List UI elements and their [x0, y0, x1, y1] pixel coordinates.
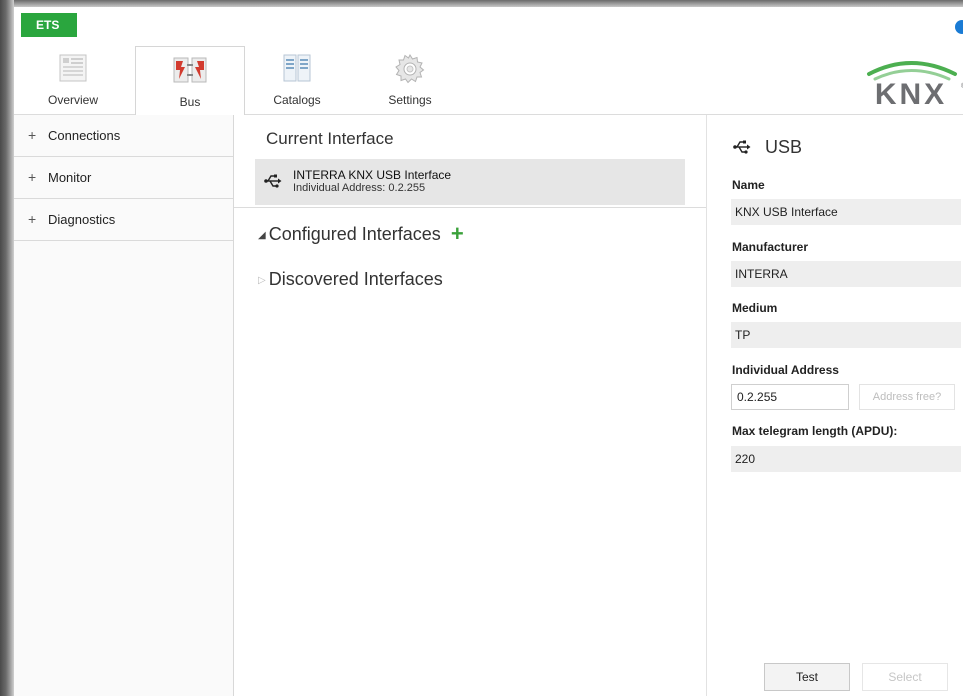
usb-icon — [733, 139, 751, 160]
test-button[interactable]: Test — [764, 663, 850, 691]
tab-settings[interactable]: Settings — [372, 45, 448, 115]
sidebar-item-label: Diagnostics — [48, 212, 116, 227]
window-frame-top — [0, 0, 963, 7]
collapsed-triangle-icon: ▷ — [258, 275, 266, 286]
interface-properties: USB Name KNX USB Interface Manufacturer … — [707, 115, 963, 696]
expand-icon: + — [28, 211, 37, 227]
expanded-triangle-icon: ◢ — [258, 230, 266, 241]
tab-catalogs-label: Catalogs — [273, 93, 321, 107]
medium-value: TP — [731, 322, 961, 348]
address-free-button[interactable]: Address free? — [859, 384, 955, 410]
knx-logo: KNX ® — [867, 61, 963, 108]
discovered-interfaces-section[interactable]: ▷ Discovered Interfaces — [258, 269, 443, 290]
ets-window: ETS Overview Bus Catalogs Settings KNX +… — [14, 7, 963, 696]
sidebar-item-connections[interactable]: + Connections — [14, 115, 233, 157]
manufacturer-value: INTERRA — [731, 261, 961, 287]
select-button[interactable]: Select — [862, 663, 948, 691]
interfaces-panel: Current Interface INTERRA KNX USB Interf… — [234, 115, 707, 696]
individual-address-label: Individual Address — [732, 363, 839, 377]
tab-overview[interactable]: Overview — [33, 45, 113, 115]
app-badge[interactable]: ETS — [21, 13, 77, 37]
help-icon[interactable] — [955, 20, 963, 34]
tab-bus-label: Bus — [179, 95, 201, 109]
add-interface-icon[interactable]: + — [451, 221, 464, 246]
overview-icon — [58, 53, 88, 86]
discovered-interfaces-label: Discovered Interfaces — [268, 269, 443, 289]
name-value: KNX USB Interface — [731, 199, 961, 225]
tab-settings-label: Settings — [388, 93, 432, 107]
usb-icon — [264, 173, 282, 194]
current-interface-address: Individual Address: 0.2.255 — [293, 182, 426, 194]
current-interface-name: INTERRA KNX USB Interface — [293, 168, 452, 182]
sidebar-item-diagnostics[interactable]: + Diagnostics — [14, 199, 233, 241]
bus-icon — [173, 55, 207, 88]
sidebar-item-label: Connections — [48, 128, 121, 143]
tab-overview-label: Overview — [47, 93, 98, 107]
configured-interfaces-label: Configured Interfaces — [268, 224, 441, 244]
max-telegram-label: Max telegram length (APDU): — [732, 424, 898, 438]
sidebar-item-label: Monitor — [48, 170, 92, 185]
tab-bus[interactable]: Bus — [135, 46, 245, 117]
name-label: Name — [732, 178, 765, 192]
expand-icon: + — [28, 169, 37, 185]
catalogs-icon — [282, 53, 312, 86]
expand-icon: + — [28, 127, 37, 143]
individual-address-input[interactable]: 0.2.255 — [731, 384, 849, 410]
properties-header-label: USB — [765, 137, 803, 157]
sidebar: + Connections + Monitor + Diagnostics — [14, 115, 234, 696]
title-bar: ETS — [14, 7, 963, 39]
properties-header: USB — [733, 137, 802, 160]
configured-interfaces-section[interactable]: ◢ Configured Interfaces + — [258, 221, 464, 247]
sidebar-item-monitor[interactable]: + Monitor — [14, 157, 233, 199]
window-frame-left — [0, 0, 14, 696]
max-telegram-value: 220 — [731, 446, 961, 472]
ribbon: Overview Bus Catalogs Settings KNX — [14, 38, 963, 117]
divider — [234, 207, 706, 208]
manufacturer-label: Manufacturer — [732, 240, 809, 254]
medium-label: Medium — [732, 301, 778, 315]
current-interface-title: Current Interface — [266, 129, 394, 148]
tab-catalogs[interactable]: Catalogs — [262, 45, 332, 115]
knx-logo-text: KNX — [875, 78, 947, 108]
current-interface-row[interactable]: INTERRA KNX USB Interface Individual Add… — [255, 159, 685, 205]
gear-icon — [394, 53, 426, 88]
